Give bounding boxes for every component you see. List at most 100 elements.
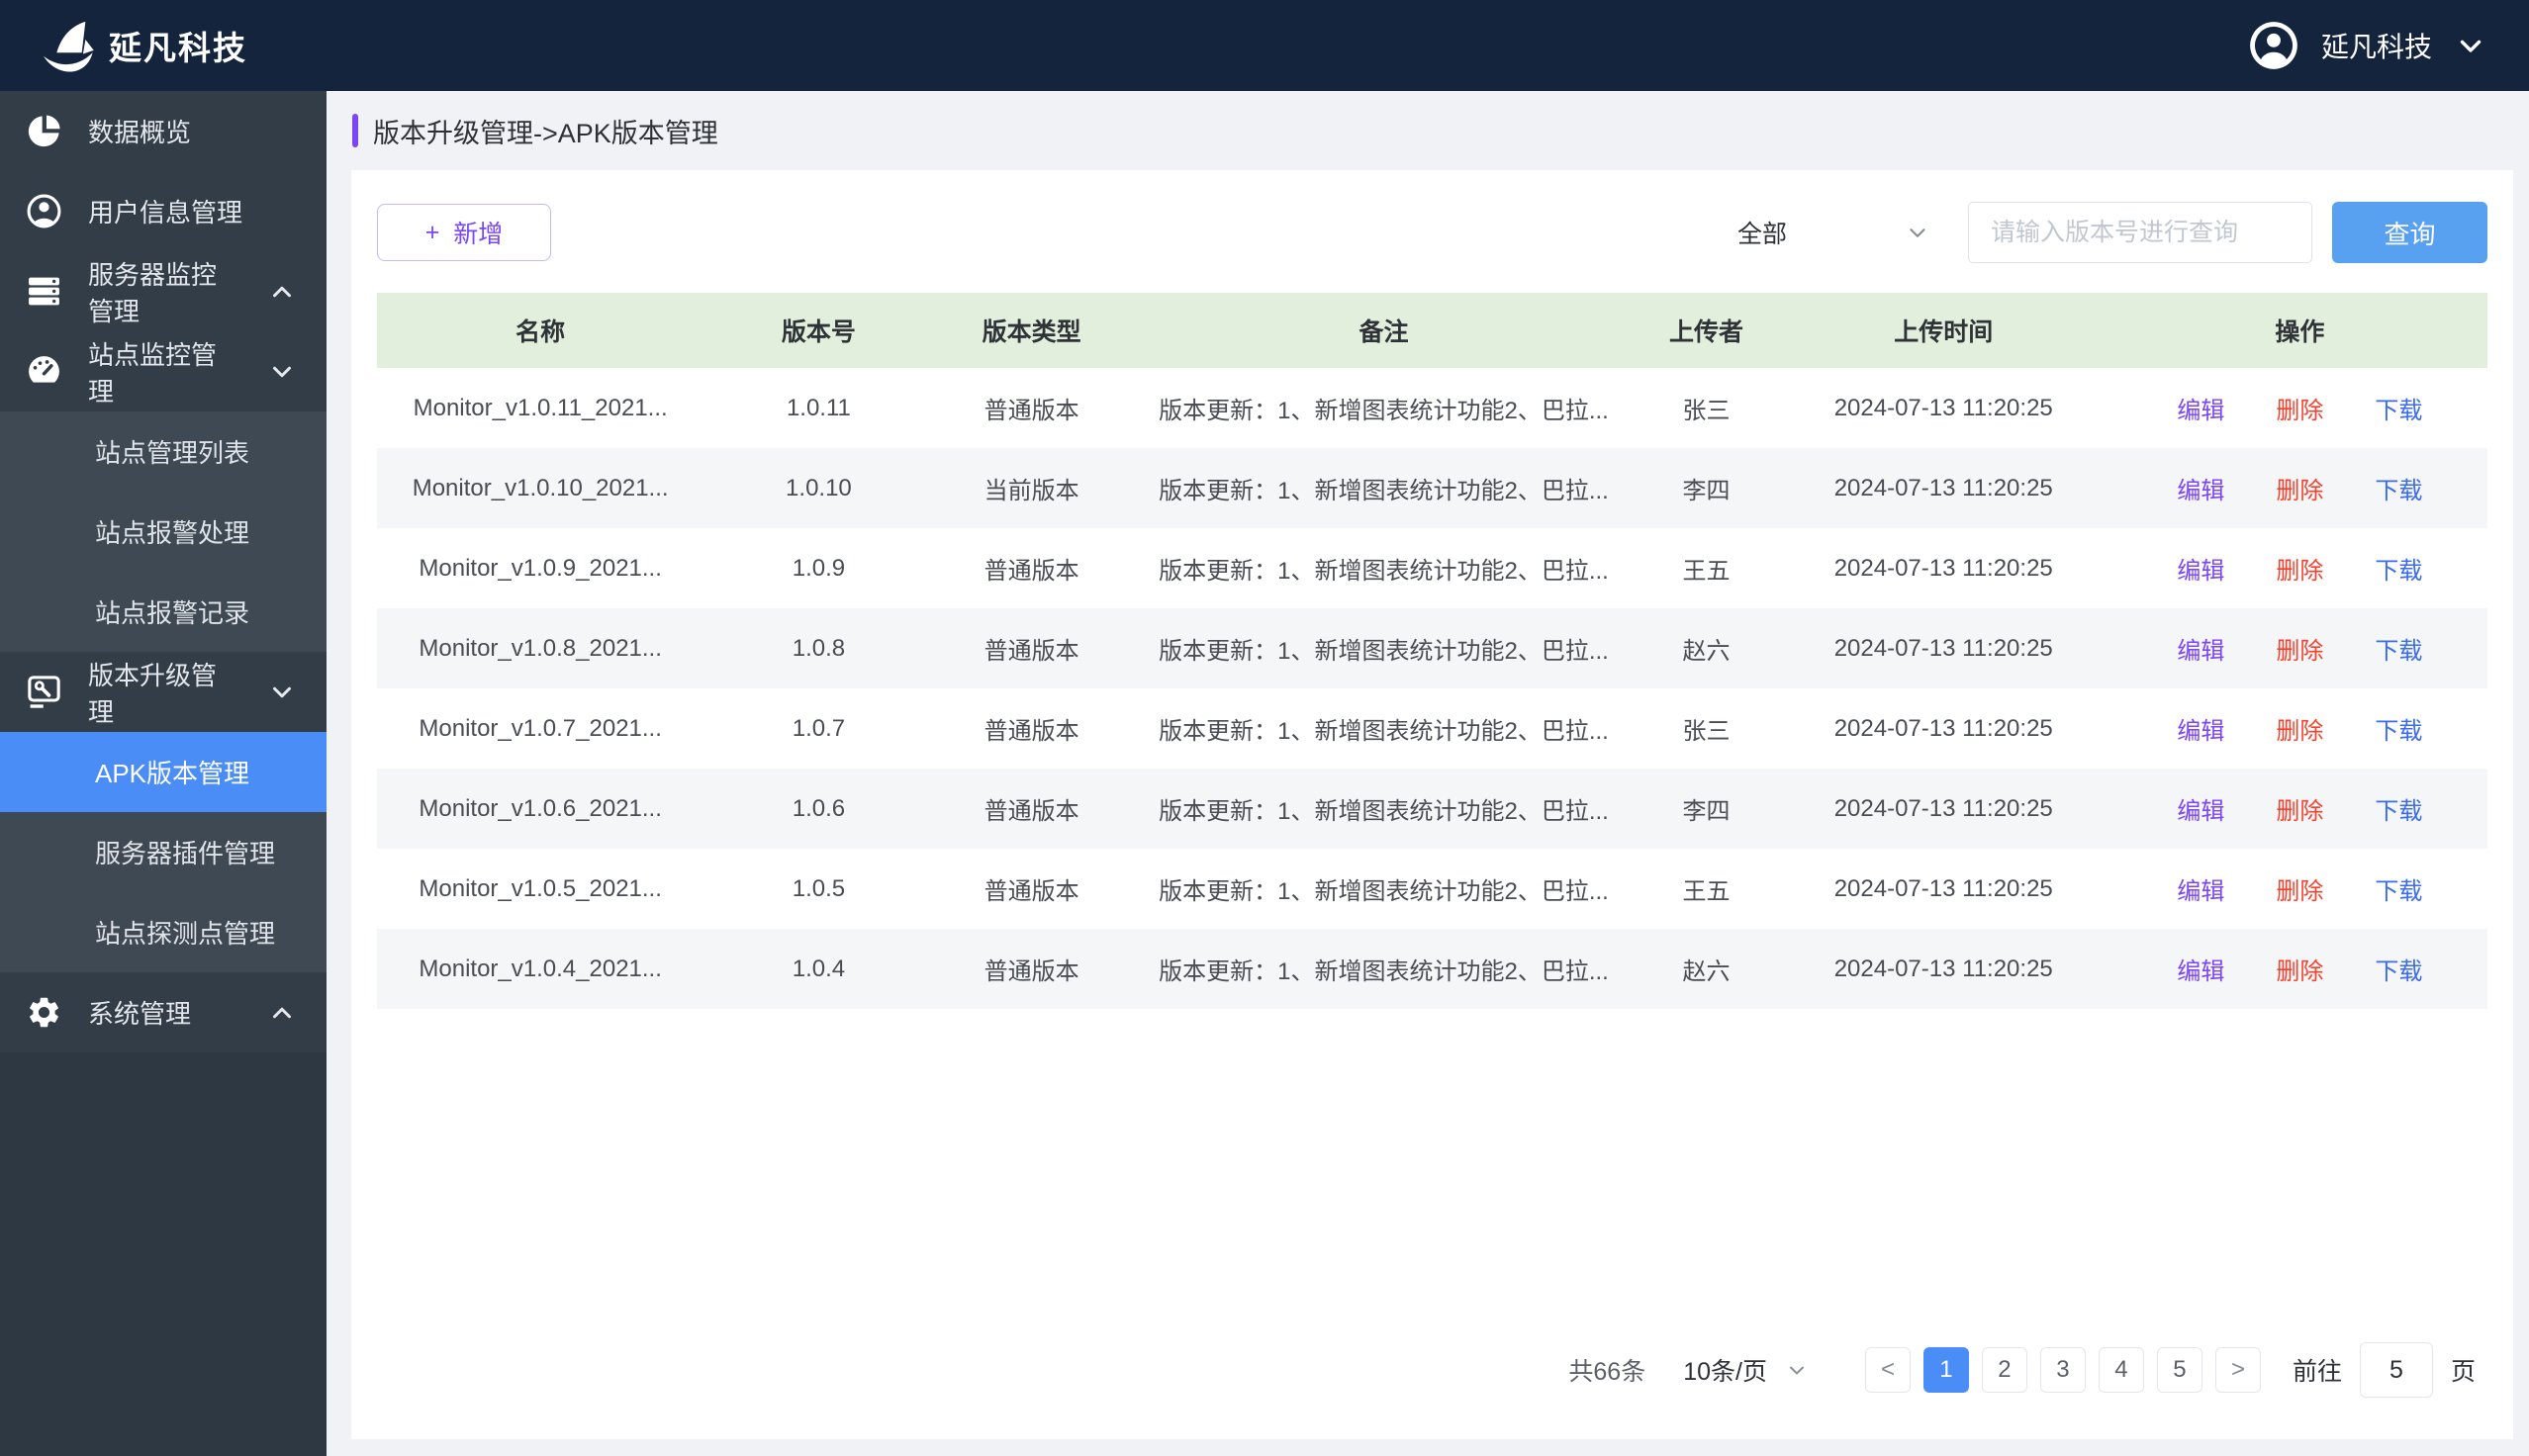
sidebar: 数据概览用户信息管理服务器监控管理站点监控管理站点管理列表站点报警处理站点报警记… bbox=[0, 91, 327, 1456]
column-header: 版本类型 bbox=[934, 313, 1130, 348]
page-size-value: 10条/页 bbox=[1683, 1352, 1767, 1388]
uploader-cell: 王五 bbox=[1638, 551, 1775, 586]
sidebar-subitem[interactable]: 服务器插件管理 bbox=[0, 812, 327, 892]
sidebar-item[interactable]: 系统管理 bbox=[0, 972, 327, 1052]
download-link[interactable]: 下载 bbox=[2375, 391, 2422, 425]
uploader-cell: 李四 bbox=[1638, 791, 1775, 826]
sidebar-item[interactable]: 用户信息管理 bbox=[0, 171, 327, 251]
actions-cell: 编辑 删除 下载 bbox=[2112, 711, 2487, 746]
sidebar-item[interactable]: 数据概览 bbox=[0, 91, 327, 171]
table-row: Monitor_v1.0.9_2021...1.0.9普通版本版本更新：1、新增… bbox=[377, 528, 2487, 608]
edit-link[interactable]: 编辑 bbox=[2177, 391, 2224, 425]
name-cell: Monitor_v1.0.10_2021... bbox=[377, 475, 703, 502]
page-button[interactable]: 5 bbox=[2157, 1347, 2202, 1393]
version-table: 名称版本号版本类型备注上传者上传时间操作 Monitor_v1.0.11_202… bbox=[377, 293, 2487, 1009]
edit-link[interactable]: 编辑 bbox=[2177, 551, 2224, 586]
query-button[interactable]: 查询 bbox=[2332, 202, 2487, 263]
time-cell: 2024-07-13 11:20:25 bbox=[1775, 956, 2112, 983]
delete-link[interactable]: 删除 bbox=[2276, 711, 2323, 746]
toolbox-icon bbox=[26, 674, 62, 710]
edit-link[interactable]: 编辑 bbox=[2177, 471, 2224, 505]
name-cell: Monitor_v1.0.5_2021... bbox=[377, 875, 703, 903]
edit-link[interactable]: 编辑 bbox=[2177, 791, 2224, 826]
uploader-cell: 张三 bbox=[1638, 391, 1775, 425]
edit-link[interactable]: 编辑 bbox=[2177, 631, 2224, 666]
chevron-down-icon[interactable] bbox=[2454, 29, 2487, 62]
sidebar-subitem[interactable]: 站点报警记录 bbox=[0, 572, 327, 652]
time-cell: 2024-07-13 11:20:25 bbox=[1775, 475, 2112, 502]
column-header: 备注 bbox=[1130, 313, 1639, 348]
search-input[interactable] bbox=[1968, 202, 2312, 263]
download-link[interactable]: 下载 bbox=[2375, 471, 2422, 505]
delete-link[interactable]: 删除 bbox=[2276, 631, 2323, 666]
sidebar-item-label: 用户信息管理 bbox=[88, 193, 297, 229]
column-header: 上传时间 bbox=[1775, 313, 2112, 348]
delete-link[interactable]: 删除 bbox=[2276, 391, 2323, 425]
table-row: Monitor_v1.0.10_2021...1.0.10当前版本版本更新：1、… bbox=[377, 448, 2487, 528]
next-page-button[interactable]: > bbox=[2215, 1347, 2261, 1393]
user-icon bbox=[26, 193, 62, 229]
gauge-icon bbox=[26, 353, 62, 390]
edit-link[interactable]: 编辑 bbox=[2177, 952, 2224, 986]
delete-link[interactable]: 删除 bbox=[2276, 871, 2323, 906]
add-button-label: 新增 bbox=[453, 215, 503, 250]
sidebar-item-label: 数据概览 bbox=[88, 113, 297, 149]
breadcrumb: 版本升级管理->APK版本管理 bbox=[327, 91, 2529, 170]
uploader-cell: 李四 bbox=[1638, 471, 1775, 505]
download-link[interactable]: 下载 bbox=[2375, 871, 2422, 906]
server-icon bbox=[26, 273, 62, 310]
table-row: Monitor_v1.0.4_2021...1.0.4普通版本版本更新：1、新增… bbox=[377, 929, 2487, 1009]
delete-link[interactable]: 删除 bbox=[2276, 952, 2323, 986]
sidebar-item-label: 服务器监控管理 bbox=[88, 255, 241, 328]
name-cell: Monitor_v1.0.7_2021... bbox=[377, 715, 703, 743]
column-header: 操作 bbox=[2112, 313, 2487, 348]
table-row: Monitor_v1.0.8_2021...1.0.8普通版本版本更新：1、新增… bbox=[377, 608, 2487, 688]
table-row: Monitor_v1.0.7_2021...1.0.7普通版本版本更新：1、新增… bbox=[377, 688, 2487, 769]
time-cell: 2024-07-13 11:20:25 bbox=[1775, 795, 2112, 823]
sidebar-item[interactable]: 版本升级管理 bbox=[0, 652, 327, 732]
download-link[interactable]: 下载 bbox=[2375, 711, 2422, 746]
version-type-select[interactable]: 全部 bbox=[1737, 215, 1930, 250]
column-header: 上传者 bbox=[1638, 313, 1775, 348]
top-navbar: 延凡科技 延凡科技 bbox=[0, 0, 2529, 91]
download-link[interactable]: 下载 bbox=[2375, 791, 2422, 826]
prev-page-button[interactable]: < bbox=[1865, 1347, 1911, 1393]
remark-cell: 版本更新：1、新增图表统计功能2、巴拉... bbox=[1130, 551, 1639, 586]
sidebar-subitem[interactable]: 站点探测点管理 bbox=[0, 892, 327, 972]
page-button[interactable]: 2 bbox=[1982, 1347, 2027, 1393]
sidebar-item[interactable]: 站点监控管理 bbox=[0, 331, 327, 411]
user-menu[interactable]: 延凡科技 bbox=[2248, 20, 2487, 71]
download-link[interactable]: 下载 bbox=[2375, 631, 2422, 666]
uploader-cell: 赵六 bbox=[1638, 952, 1775, 986]
goto-page-input[interactable] bbox=[2360, 1342, 2433, 1398]
chevron-down-icon bbox=[1785, 1358, 1809, 1382]
page-button[interactable]: 4 bbox=[2099, 1347, 2144, 1393]
edit-link[interactable]: 编辑 bbox=[2177, 711, 2224, 746]
avatar-icon[interactable] bbox=[2248, 20, 2299, 71]
chevron-up-icon bbox=[267, 998, 297, 1028]
sidebar-item[interactable]: 服务器监控管理 bbox=[0, 251, 327, 331]
table-row: Monitor_v1.0.11_2021...1.0.11普通版本版本更新：1、… bbox=[377, 368, 2487, 448]
page-button[interactable]: 3 bbox=[2040, 1347, 2086, 1393]
add-button[interactable]: + 新增 bbox=[377, 204, 551, 261]
page-buttons: 12345 bbox=[1911, 1347, 2202, 1393]
sidebar-subitem[interactable]: APK版本管理 bbox=[0, 732, 327, 812]
name-cell: Monitor_v1.0.4_2021... bbox=[377, 956, 703, 983]
page-button[interactable]: 1 bbox=[1923, 1347, 1969, 1393]
delete-link[interactable]: 删除 bbox=[2276, 471, 2323, 505]
delete-link[interactable]: 删除 bbox=[2276, 791, 2323, 826]
version-cell: 1.0.11 bbox=[703, 395, 933, 422]
type-cell: 普通版本 bbox=[934, 952, 1130, 986]
type-cell: 当前版本 bbox=[934, 471, 1130, 505]
download-link[interactable]: 下载 bbox=[2375, 952, 2422, 986]
chevron-up-icon bbox=[267, 277, 297, 307]
uploader-cell: 张三 bbox=[1638, 711, 1775, 746]
type-cell: 普通版本 bbox=[934, 871, 1130, 906]
page-size-select[interactable]: 10条/页 bbox=[1683, 1352, 1809, 1388]
download-link[interactable]: 下载 bbox=[2375, 551, 2422, 586]
edit-link[interactable]: 编辑 bbox=[2177, 871, 2224, 906]
sidebar-subitem[interactable]: 站点管理列表 bbox=[0, 411, 327, 492]
pagination: 共66条 10条/页 < 12345 > 前往 页 bbox=[377, 1301, 2487, 1439]
sidebar-subitem[interactable]: 站点报警处理 bbox=[0, 492, 327, 572]
delete-link[interactable]: 删除 bbox=[2276, 551, 2323, 586]
